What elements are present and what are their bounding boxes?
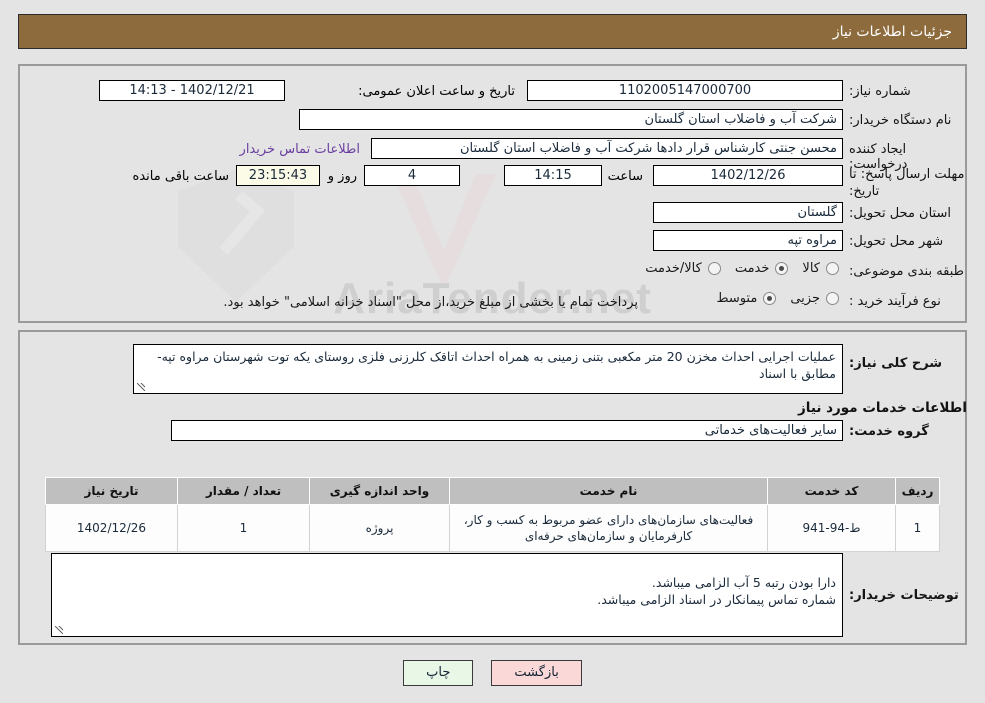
deadline-label: مهلت ارسال پاسخ: تا تاریخ: bbox=[849, 167, 965, 199]
remaining-label: ساعت باقی مانده bbox=[132, 169, 229, 184]
back-button[interactable]: بازگشت bbox=[491, 660, 582, 686]
need-number-label: شماره نیاز: bbox=[849, 84, 911, 99]
services-table: ردیف کد خدمت نام خدمت واحد اندازه گیری ت… bbox=[45, 477, 940, 552]
countdown-timer-field: 23:15:43 bbox=[236, 165, 320, 186]
category-radio-group: کالا خدمت کالا/خدمت bbox=[635, 261, 843, 276]
category-radio-goods[interactable] bbox=[826, 262, 839, 275]
description-textarea[interactable]: عملیات اجرایی احداث مخزن 20 متر مکعبی بت… bbox=[133, 344, 843, 394]
process-label-minor: جزیی bbox=[790, 291, 820, 306]
service-group-label: گروه خدمت: bbox=[849, 424, 929, 439]
cell-service-name: فعالیت‌های سازمان‌های دارای عضو مربوط به… bbox=[449, 504, 768, 552]
category-radio-goods-service[interactable] bbox=[707, 262, 721, 275]
buyer-org-field[interactable]: شرکت آب و فاضلاب استان گلستان bbox=[299, 109, 843, 130]
process-radio-minor[interactable] bbox=[826, 292, 839, 305]
resize-grip-icon-notes[interactable] bbox=[54, 625, 64, 635]
buyer-contact-link[interactable]: اطلاعات تماس خریدار bbox=[240, 142, 360, 157]
category-radio-service[interactable] bbox=[775, 262, 789, 275]
buyer-notes-textarea[interactable]: دارا بودن رتبه 5 آب الزامی میباشد. شماره… bbox=[51, 553, 843, 637]
process-radio-group: جزیی متوسط bbox=[706, 291, 843, 306]
window-titlebar: جزئیات اطلاعات نیاز bbox=[18, 14, 967, 49]
process-label-medium: متوسط bbox=[716, 291, 758, 306]
days-label: روز و bbox=[327, 169, 357, 184]
city-field[interactable]: مراوه تپه bbox=[653, 230, 843, 251]
need-info-panel bbox=[18, 64, 967, 323]
category-label-service: خدمت bbox=[734, 261, 770, 276]
announce-label: تاریخ و ساعت اعلان عمومی: bbox=[358, 84, 515, 99]
resize-grip-icon[interactable] bbox=[136, 382, 146, 392]
cell-quantity: 1 bbox=[177, 504, 310, 552]
service-group-field[interactable]: سایر فعالیت‌های خدماتی bbox=[171, 420, 843, 441]
process-label: نوع فرآیند خرید : bbox=[849, 294, 941, 309]
remaining-days-field[interactable]: 4 bbox=[364, 165, 460, 186]
hour-label: ساعت bbox=[607, 169, 643, 184]
print-button[interactable]: چاپ bbox=[403, 660, 474, 686]
col-service-code: کد خدمت bbox=[767, 477, 896, 505]
col-row-no: ردیف bbox=[895, 477, 940, 505]
cell-row-no: 1 bbox=[895, 504, 940, 552]
table-header-row: ردیف کد خدمت نام خدمت واحد اندازه گیری ت… bbox=[45, 477, 940, 505]
category-label-goods: کالا bbox=[802, 261, 820, 276]
buyer-notes-label: توضیحات خریدار: bbox=[849, 588, 959, 603]
table-row[interactable]: 1 ط-94-941 فعالیت‌های سازمان‌های دارای ع… bbox=[45, 504, 940, 552]
province-label: استان محل تحویل: bbox=[849, 206, 951, 221]
payment-note: پرداخت تمام یا بخشی از مبلغ خرید،از محل … bbox=[223, 295, 638, 310]
col-need-date: تاریخ نیاز bbox=[45, 477, 178, 505]
cell-need-date: 1402/12/26 bbox=[45, 504, 178, 552]
announce-datetime-field[interactable]: 1402/12/21 - 14:13 bbox=[99, 80, 285, 101]
province-field[interactable]: گلستان bbox=[653, 202, 843, 223]
need-number-field[interactable]: 1102005147000700 bbox=[527, 80, 843, 101]
col-service-name: نام خدمت bbox=[449, 477, 768, 505]
cell-unit: پروژه bbox=[309, 504, 450, 552]
page-root: AriaTender.net جزئیات اطلاعات نیاز شماره… bbox=[0, 0, 985, 703]
process-radio-medium[interactable] bbox=[763, 292, 777, 305]
services-section-heading: اطلاعات خدمات مورد نیاز bbox=[797, 400, 967, 416]
description-text: عملیات اجرایی احداث مخزن 20 متر مکعبی بت… bbox=[157, 349, 836, 381]
buyer-org-label: نام دستگاه خریدار: bbox=[849, 113, 952, 128]
deadline-date-field[interactable]: 1402/12/26 bbox=[653, 165, 843, 186]
description-label: شرح کلی نیاز: bbox=[849, 356, 943, 371]
category-label-goods-service: کالا/خدمت bbox=[645, 261, 702, 276]
cell-service-code: ط-94-941 bbox=[767, 504, 896, 552]
page-title: جزئیات اطلاعات نیاز bbox=[832, 23, 952, 40]
footer-button-bar: بازگشت چاپ bbox=[0, 660, 985, 686]
buyer-notes-text: دارا بودن رتبه 5 آب الزامی میباشد. شماره… bbox=[597, 575, 836, 607]
creator-field[interactable]: محسن جنتی کارشناس قرار دادها شرکت آب و ف… bbox=[371, 138, 843, 159]
city-label: شهر محل تحویل: bbox=[849, 234, 944, 249]
col-unit: واحد اندازه گیری bbox=[309, 477, 450, 505]
col-quantity: تعداد / مقدار bbox=[177, 477, 310, 505]
deadline-time-field[interactable]: 14:15 bbox=[504, 165, 602, 186]
category-label: طبقه بندی موضوعی: bbox=[849, 264, 965, 279]
